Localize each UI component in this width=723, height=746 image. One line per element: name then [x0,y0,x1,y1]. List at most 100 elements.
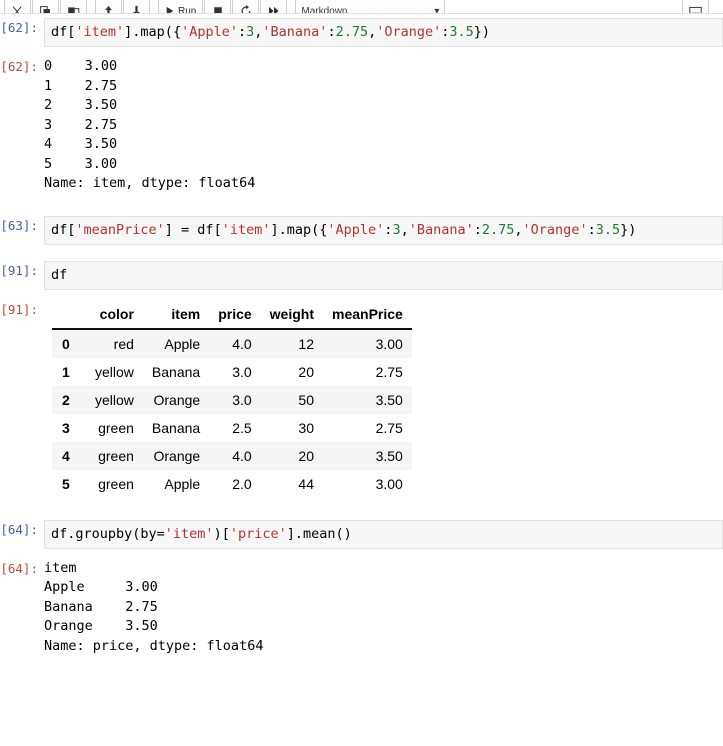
code-token-num: 3 [392,221,401,238]
dataframe-cell: 44 [260,469,323,498]
code-editor-64[interactable]: df.groupby(by='item')['price'].mean() [44,519,723,549]
code-token-plain: df.groupby(by= [51,525,165,542]
code-token-str: 'Orange' [376,24,442,40]
dataframe-row-index: 1 [52,357,86,386]
move-cell-down-button[interactable] [123,0,150,13]
notebook-cell-64-output: [64]: item Apple 3.00 Banana 2.75 Orange… [0,558,723,656]
dataframe-column-header: meanPrice [323,301,412,330]
cell-gap [0,498,723,520]
fast-forward-icon [268,6,280,13]
output-text-64: item Apple 3.00 Banana 2.75 Orange 3.50 … [44,558,723,656]
notebook-cell-62-input[interactable]: [62]: df['item'].map({'Apple':3,'Banana'… [0,18,723,47]
code-token-plain: )[ [213,525,230,542]
play-icon [165,6,175,13]
notebook-toolbar: Run Markdown ▾ [0,0,723,14]
code-editor-62[interactable]: df['item'].map({'Apple':3,'Banana':2.75,… [44,18,723,47]
output-prompt-62: [62]: [0,59,38,74]
dataframe-cell: 20 [260,441,323,470]
dataframe-column-header: color [86,301,143,330]
toolbar-clipboard-group [4,0,88,13]
dataframe-cell: green [86,469,143,498]
dataframe-head: color item price weight meanPrice [52,301,412,330]
open-in-browser-button[interactable] [682,0,709,13]
code-token-plain: }) [473,24,491,40]
input-prompt-63: [63]: [0,217,38,233]
output-prompt-64: [64]: [0,560,38,576]
dataframe-cell: 30 [260,413,323,442]
dataframe-column-header: price [209,301,261,330]
run-button[interactable]: Run [158,0,204,14]
dataframe-cell: 2.5 [209,413,261,442]
code-token-plain: df[ [51,24,76,40]
dataframe-cell: 3.50 [323,441,412,470]
dataframe-cell: red [86,328,143,358]
code-token-plain: ] = df[ [164,221,222,238]
code-token-plain: , [368,24,377,40]
dataframe-row: 4 green Orange 4.0 20 3.50 [52,441,412,470]
dataframe-cell: 12 [260,328,323,358]
dataframe-cell: 3.0 [209,385,261,414]
code-token-str: 'Banana' [408,221,474,238]
restart-icon [240,5,252,13]
dataframe-row-index: 3 [52,413,86,442]
code-token-plain: ].mean() [286,525,352,542]
code-token-str: 'Apple' [327,221,385,238]
code-token-str: 'Apple' [181,24,238,40]
dataframe-cell: 2.75 [323,413,412,442]
dataframe-cell: yellow [86,357,143,386]
dataframe-row: 2 yellow Orange 3.0 50 3.50 [52,385,412,414]
input-prompt-62: [62]: [0,20,38,35]
code-editor-63[interactable]: df['meanPrice'] = df['item'].map({'Apple… [44,215,723,245]
notebook-cell-91-input[interactable]: [91]: df [0,260,723,290]
notebook-cell-64-input[interactable]: [64]: df.groupby(by='item')['price'].mea… [0,519,723,549]
dataframe-row-index: 0 [52,328,86,358]
dataframe-cell: Apple [142,469,210,498]
stop-square-icon [213,6,223,13]
code-token-plain: ].map({ [124,24,182,40]
move-cell-up-button[interactable] [95,0,122,13]
dataframe-table: color item price weight meanPrice 0 red Apple 4… [52,301,412,498]
dataframe-row: 0 red Apple 4.0 12 3.00 [52,328,412,358]
code-token-str: 'item' [75,24,125,40]
cell-gap [0,47,723,57]
code-token-num: 3.5 [449,24,474,40]
notebook-body: [62]: df['item'].map({'Apple':3,'Banana'… [0,14,723,656]
toolbar-run-group: Run [158,0,288,13]
dataframe-cell: 2.75 [323,357,412,386]
code-editor-91[interactable]: df [44,260,723,290]
code-token-plain: ].map({ [270,221,328,238]
dataframe-cell: 50 [260,385,323,414]
restart-kernel-button[interactable] [232,0,260,13]
paste-button[interactable] [60,0,87,13]
interrupt-kernel-button[interactable] [204,0,232,13]
arrow-up-icon [103,5,114,13]
run-button-label: Run [178,5,197,14]
cell-type-select[interactable]: Markdown ▾ [295,0,446,13]
code-token-num: 2.75 [335,24,369,40]
code-token-plain: : [327,24,336,40]
copy-button[interactable] [32,0,59,13]
dataframe-cell: Banana [142,413,210,442]
scissors-icon [11,5,24,13]
external-window-icon [689,6,702,13]
code-token-num: 2.75 [481,221,515,238]
dataframe-cell: 3.0 [209,357,261,386]
dataframe-cell: green [86,413,143,442]
dataframe-cell: 2.0 [209,469,261,498]
cut-button[interactable] [4,0,31,13]
restart-and-run-all-button[interactable] [260,0,288,13]
code-token-plain: , [400,221,409,238]
dataframe-header-row: color item price weight meanPrice [52,301,412,330]
notebook-cell-63-input[interactable]: [63]: df['meanPrice'] = df['item'].map({… [0,215,723,245]
dataframe-index-header [52,301,86,330]
notebook-cell-91-output: [91]: color item price weight meanPrice 0 red… [0,300,723,498]
dataframe-cell: 4.0 [209,328,261,358]
dataframe-row-index: 4 [52,441,86,470]
code-token-num: 3.5 [595,221,621,238]
cell-gap [0,549,723,559]
dataframe-body: 0 red Apple 4.0 12 3.00 1 yellow Banana 3.0 20 2.75… [52,328,412,498]
code-token-plain: : [587,221,596,238]
code-token-str: 'Banana' [262,24,328,40]
cell-gap [0,245,723,261]
code-token-plain: }) [620,221,637,238]
